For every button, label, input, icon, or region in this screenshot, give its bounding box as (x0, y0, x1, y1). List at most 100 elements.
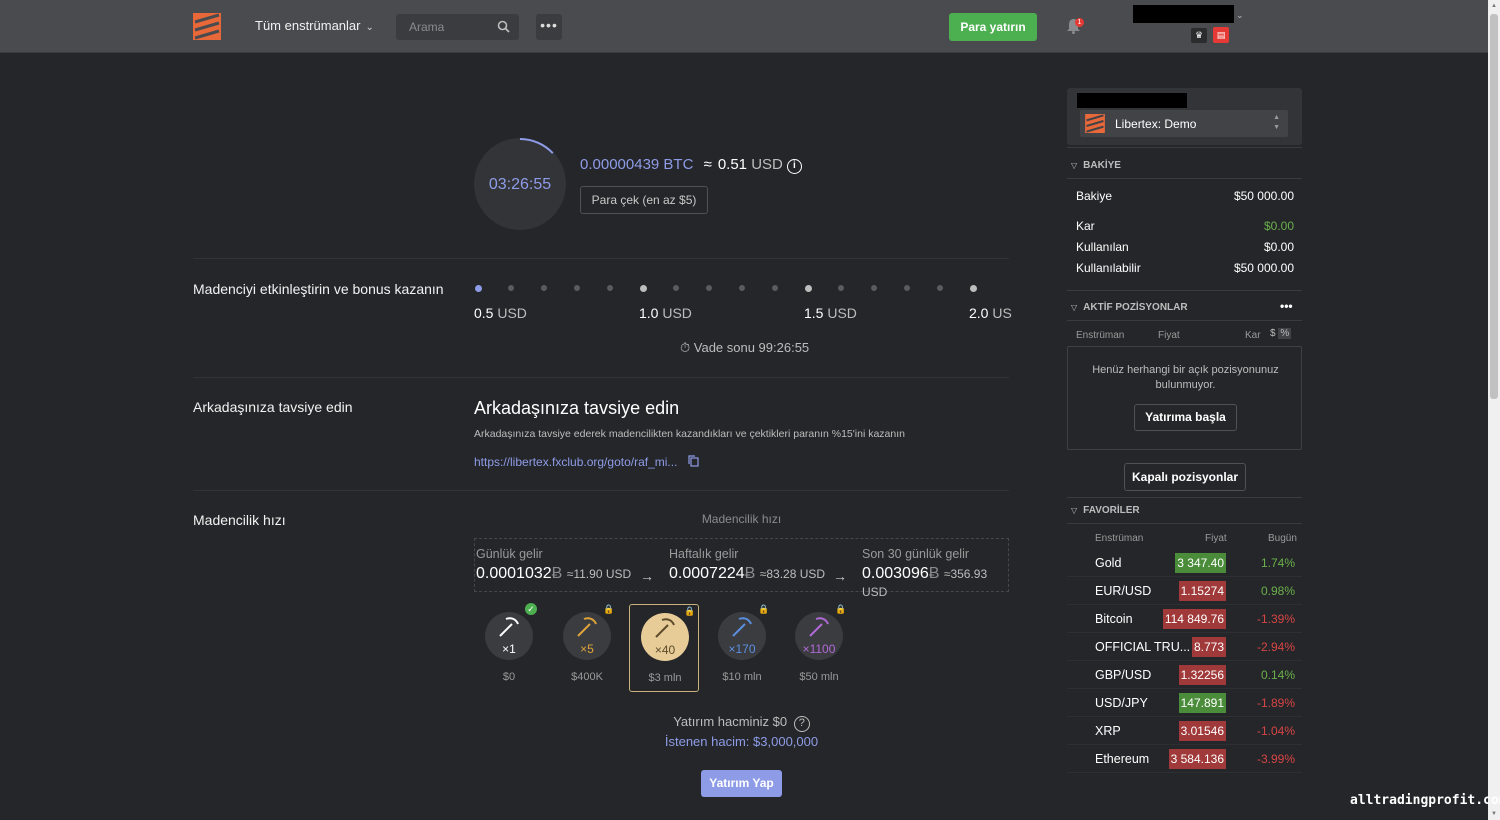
favorite-price: 1.15274 (1178, 581, 1226, 601)
referral-link[interactable]: https://libertex.fxclub.org/goto/raf_mi.… (474, 455, 677, 469)
favorite-change: -3.99% (1256, 752, 1295, 766)
scroll-down-icon[interactable]: ▼ (1491, 811, 1497, 817)
bonus-tick-label: 1.0 USD (639, 305, 692, 321)
help-icon[interactable]: ? (793, 716, 810, 732)
mining-level-option[interactable]: ×5 $400K 🔒 (552, 604, 622, 692)
bonus-expiry: ⏱ Vade sonu 99:26:55 (680, 340, 810, 355)
bonus-step-dot (673, 285, 679, 291)
lock-icon: 🔒 (835, 604, 847, 614)
watermark: alltradingprofit.com (1350, 793, 1500, 808)
income-value: 0.0001032Ƀ ≈11.90 USD (476, 565, 632, 582)
account-select[interactable]: Libertex: Demo ▲ ▼ (1080, 110, 1288, 137)
favorite-row[interactable]: GBP/USD 1.32256 0.14% (1067, 661, 1302, 689)
arrow-right-icon: → (833, 568, 847, 584)
favorite-change: 0.98% (1260, 584, 1295, 598)
favorite-row[interactable]: EUR/USD 1.15274 0.98% (1067, 577, 1302, 605)
copy-icon[interactable] (688, 455, 699, 467)
search-icon (497, 20, 510, 33)
mining-level-price: $50 mln (799, 671, 839, 683)
no-positions-message: Henüz herhangi bir açık pozisyonunuz bul… (1092, 364, 1279, 391)
check-icon: ✓ (525, 603, 537, 615)
scroll-up-icon[interactable]: ▲ (1491, 3, 1497, 9)
required-volume: İstenen hacim: $3,000,000 (664, 734, 819, 749)
favorite-name: Gold (1095, 556, 1122, 570)
mining-level-option[interactable]: ×40 $3 mln 🔒 (629, 604, 699, 692)
balance-row: Bakiye $50 000.00 (1076, 189, 1294, 203)
mining-speed-section-title: Madencilik hızı (193, 512, 286, 528)
favorite-name: XRP (1095, 724, 1121, 738)
chevron-down-icon[interactable]: ⌄ (1236, 10, 1244, 21)
mining-level-option[interactable]: ×1100 $50 mln 🔒 (784, 604, 854, 692)
favorite-name: Ethereum (1095, 752, 1150, 766)
chevron-down-icon: ⌄ (365, 22, 374, 33)
info-icon[interactable]: i (786, 159, 802, 174)
balance-header[interactable]: ▽ BAKİYE (1071, 160, 1121, 171)
favorite-change: 0.14% (1260, 668, 1295, 682)
favorite-row[interactable]: USD/JPY 147.891 -1.89% (1067, 689, 1302, 717)
bonus-tick-label: 2.0 US (969, 305, 1012, 321)
income-value: 0.0007224Ƀ ≈83.28 USD (669, 565, 826, 582)
libertex-logo-icon (1085, 114, 1105, 133)
positions-more-button[interactable]: ••• (1280, 299, 1293, 313)
sidebar-divider (1067, 178, 1302, 179)
dollar-toggle[interactable]: $ (1270, 328, 1276, 339)
mining-level-price: $0 (502, 671, 516, 683)
crown-icon[interactable]: ♛ (1191, 28, 1207, 43)
profit-unit-toggle[interactable]: $ % (1270, 328, 1292, 339)
bonus-step-dot (772, 285, 778, 291)
favorite-price: 1.32256 (1178, 665, 1226, 685)
positions-col-profit: Kar (1245, 330, 1261, 341)
favorites-col-today: Bugün (1268, 533, 1297, 544)
pickaxe-icon (732, 617, 752, 637)
favorite-row[interactable]: Bitcoin 114 849.76 -1.39% (1067, 605, 1302, 633)
arrow-right-icon: → (640, 568, 654, 584)
chevron-down-icon: ▽ (1071, 161, 1078, 170)
income-box: Günlük gelir 0.0001032Ƀ ≈11.90 USD → Haf… (474, 538, 1009, 599)
favorites-header[interactable]: ▽ FAVORİLER (1071, 505, 1140, 516)
daily-income: Günlük gelir 0.0001032Ƀ ≈11.90 USD (476, 547, 631, 583)
favorite-price: 3 584.136 (1168, 749, 1226, 769)
profit-row: Kar $0.00 (1076, 219, 1294, 233)
all-instruments-dropdown[interactable]: Tüm enstrümanlar ⌄ (255, 18, 374, 33)
favorite-name: USD/JPY (1095, 696, 1148, 710)
bonus-milestone-dot (640, 285, 647, 292)
favorite-row[interactable]: OFFICIAL TRU... 8.773 -2.94% (1067, 633, 1302, 661)
favorites-col-instrument: Enstrüman (1095, 533, 1144, 544)
favorite-name: OFFICIAL TRU... (1095, 640, 1191, 654)
mining-level-multiplier: ×5 (580, 642, 594, 656)
mining-level-option[interactable]: ×1 $0 ✓ (474, 603, 544, 692)
favorite-row[interactable]: Gold 3 347.40 1.74% (1067, 549, 1302, 577)
bonus-step-dot (937, 285, 943, 291)
mining-timer: 03:26:55 (474, 138, 566, 230)
approx-sign: ≈ (703, 156, 712, 173)
favorite-row[interactable]: XRP 3.01546 -1.04% (1067, 717, 1302, 745)
invest-button[interactable]: Yatırım Yap (701, 770, 782, 797)
search-input[interactable]: Arama (396, 14, 519, 40)
more-menu-button[interactable]: ••• (536, 14, 562, 40)
bonus-step-dot (706, 285, 712, 291)
page-scrollbar[interactable]: ▲ ▼ (1488, 0, 1500, 820)
referral-section-title: Arkadaşınıza tavsiye edin (193, 399, 353, 415)
deposit-button[interactable]: Para yatırın (949, 13, 1037, 41)
active-positions-header[interactable]: ▽ AKTİF POZİSYONLAR (1071, 302, 1188, 313)
favorite-change: -1.39% (1256, 612, 1295, 626)
favorite-change: 1.74% (1260, 556, 1295, 570)
favorites-col-price: Fiyat (1205, 533, 1227, 544)
start-investing-button[interactable]: Yatırıma başla (1134, 404, 1237, 431)
sidebar-divider (1067, 523, 1302, 524)
account-id-redacted (1077, 93, 1187, 108)
sidebar-divider (1067, 290, 1302, 291)
favorite-price: 114 849.76 (1162, 609, 1226, 629)
libertex-logo-icon[interactable] (193, 13, 221, 40)
closed-positions-button[interactable]: Kapalı pozisyonlar (1124, 463, 1246, 491)
mining-level-option[interactable]: ×170 $10 mln 🔒 (707, 604, 777, 692)
withdraw-button[interactable]: Para çek (en az $5) (580, 186, 708, 214)
document-icon[interactable]: ▤ (1213, 27, 1229, 43)
mining-level-multiplier: ×170 (728, 642, 756, 656)
scrollbar-thumb[interactable] (1490, 14, 1498, 399)
user-name-redacted[interactable] (1133, 5, 1234, 23)
percent-toggle[interactable]: % (1278, 328, 1292, 339)
favorite-row[interactable]: Ethereum 3 584.136 -3.99% (1067, 745, 1302, 773)
lock-icon: 🔒 (758, 604, 770, 614)
bonus-milestone-dot (970, 285, 977, 292)
